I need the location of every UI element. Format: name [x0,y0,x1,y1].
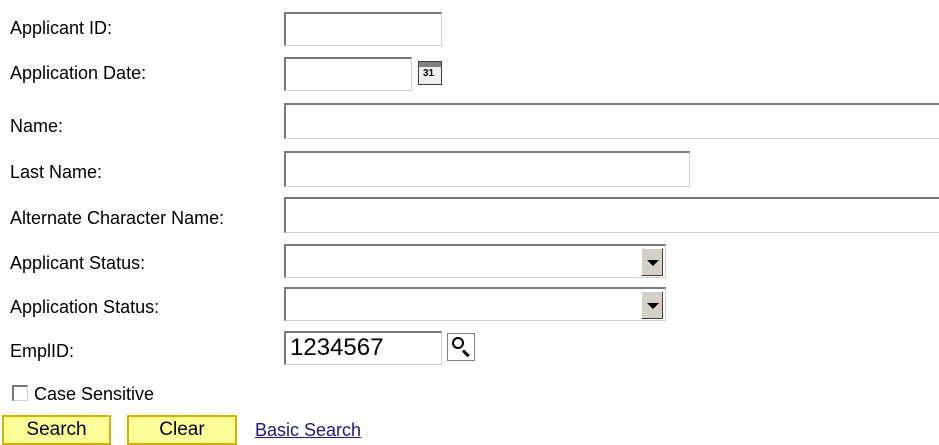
emplid-input[interactable]: 1234567 [284,331,442,365]
applicant-id-label: Applicant ID: [10,18,113,38]
name-label: Name: [10,116,64,136]
alt-char-name-input[interactable] [284,197,939,233]
applicant-id-input[interactable] [284,12,442,46]
chevron-down-icon[interactable] [641,291,663,319]
name-input[interactable] [284,103,939,139]
emplid-label: EmplID: [10,341,75,361]
alt-char-name-label: Alternate Character Name: [10,208,225,228]
case-sensitive-checkbox[interactable] [12,385,28,401]
case-sensitive-label: Case Sensitive [34,384,155,404]
applicant-status-label: Applicant Status: [10,253,146,273]
basic-search-link[interactable]: Basic Search [255,419,361,441]
application-date-input[interactable] [284,57,412,91]
calendar-icon[interactable]: 31 [418,61,442,85]
calendar-icon-number: 31 [423,68,435,79]
clear-button[interactable]: Clear [127,415,237,445]
search-button[interactable]: Search [2,415,111,445]
application-date-label: Application Date: [10,63,147,83]
last-name-input[interactable] [284,151,690,187]
chevron-down-icon[interactable] [641,248,663,276]
lookup-magnifier-icon[interactable] [447,333,475,361]
last-name-label: Last Name: [10,162,103,182]
application-status-label: Application Status: [10,297,160,317]
applicant-status-select[interactable] [284,244,666,278]
application-status-select[interactable] [284,287,666,321]
